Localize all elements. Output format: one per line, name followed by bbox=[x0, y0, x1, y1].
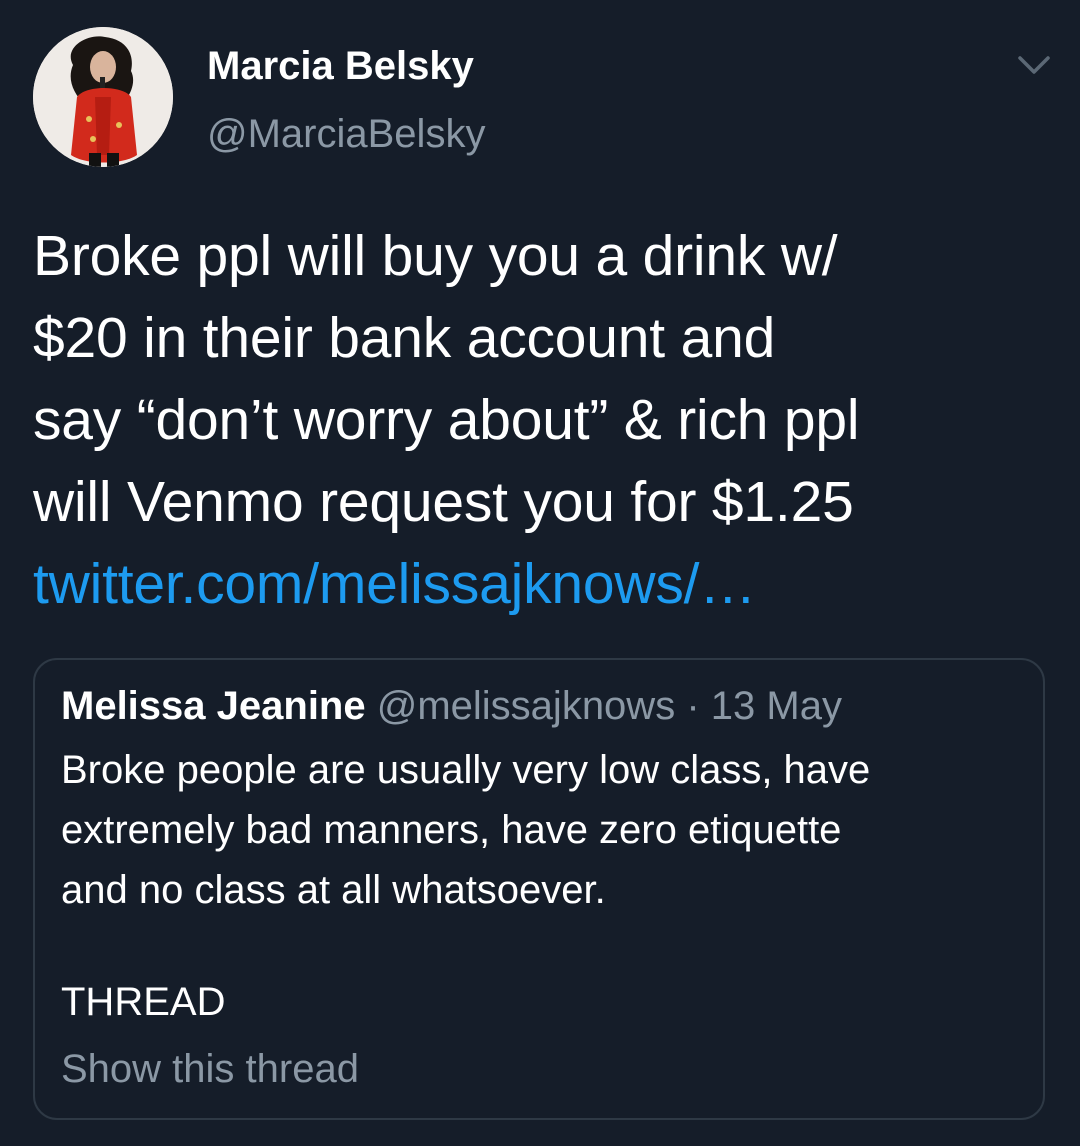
quoted-tweet-link[interactable]: twitter.com/melissajknows/… bbox=[33, 543, 1053, 625]
chevron-down-icon[interactable] bbox=[1014, 50, 1054, 80]
tweet-text-line: Broke ppl will buy you a drink w/ bbox=[33, 224, 838, 288]
quoted-author-name: Melissa Jeanine bbox=[61, 684, 366, 728]
author-name[interactable]: Marcia Belsky bbox=[207, 42, 474, 90]
quoted-tweet-date: 13 May bbox=[710, 684, 842, 728]
tweet: Marcia Belsky @MarciaBelsky Broke ppl wi… bbox=[0, 0, 1080, 1146]
quoted-tweet-card[interactable]: Melissa Jeanine @melissajknows · 13 May … bbox=[33, 658, 1045, 1120]
avatar[interactable] bbox=[33, 27, 173, 167]
author-handle[interactable]: @MarciaBelsky bbox=[207, 110, 485, 158]
tweet-text-line: say “don’t worry about” & rich ppl bbox=[33, 388, 860, 452]
quoted-author-handle: @melissajknows bbox=[376, 684, 676, 728]
quoted-text-line: Broke people are usually very low class,… bbox=[61, 748, 871, 792]
thread-label: THREAD bbox=[61, 980, 226, 1024]
quoted-tweet-text: Broke people are usually very low class,… bbox=[61, 740, 1021, 920]
separator-dot: · bbox=[686, 684, 700, 728]
show-thread-link[interactable]: Show this thread bbox=[61, 1045, 359, 1093]
quoted-text-line: extremely bad manners, have zero etiquet… bbox=[61, 808, 842, 852]
tweet-text-line: will Venmo request you for $1.25 bbox=[33, 470, 854, 534]
tweet-text-line: $20 in their bank account and bbox=[33, 306, 776, 370]
tweet-text: Broke ppl will buy you a drink w/ $20 in… bbox=[33, 215, 1053, 625]
quoted-tweet-header: Melissa Jeanine @melissajknows · 13 May bbox=[61, 682, 842, 730]
quoted-text-line: and no class at all whatsoever. bbox=[61, 868, 606, 912]
avatar-image bbox=[33, 27, 173, 167]
